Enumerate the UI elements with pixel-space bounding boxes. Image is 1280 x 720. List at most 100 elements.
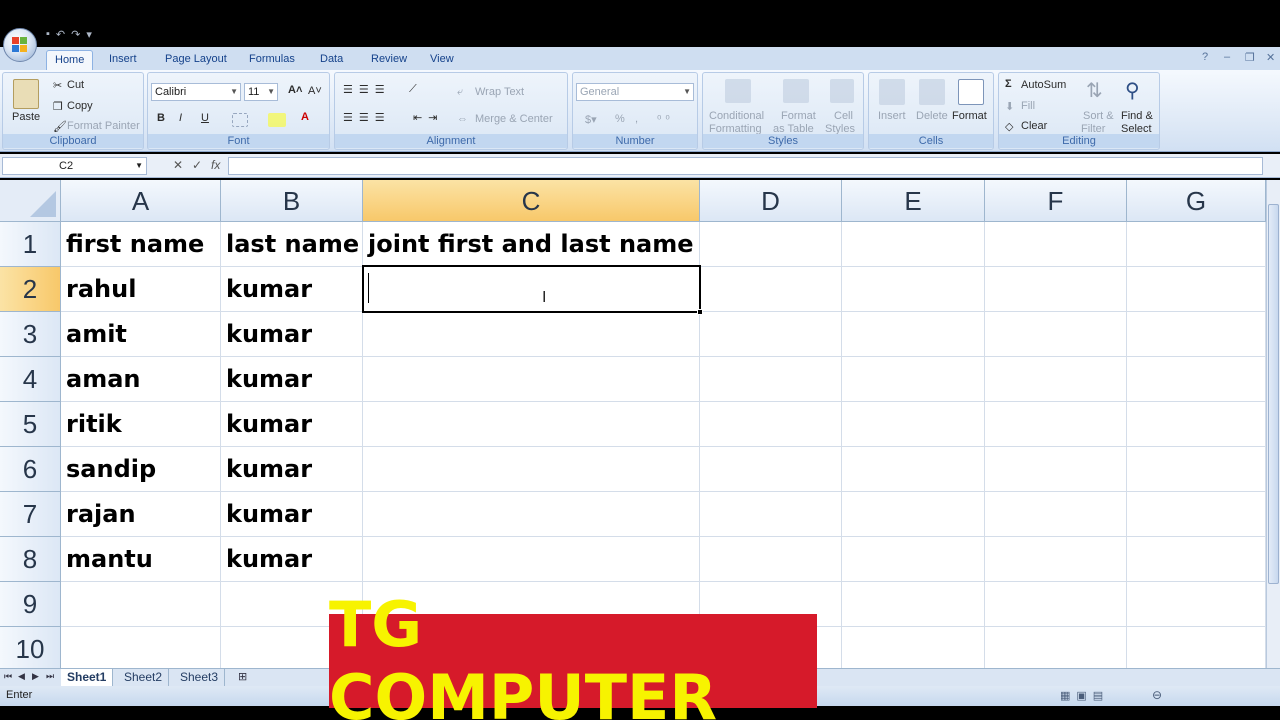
font-color-icon[interactable]: A — [301, 111, 309, 123]
close-icon[interactable]: ✕ — [1266, 51, 1275, 64]
cell-c7[interactable] — [363, 492, 700, 537]
cell-c3[interactable] — [363, 312, 700, 357]
save-icon[interactable]: ▪ — [46, 28, 50, 40]
select-all-button[interactable] — [0, 180, 61, 222]
cell-b6[interactable]: kumar — [221, 447, 363, 492]
column-header-e[interactable]: E — [842, 180, 985, 222]
underline-button[interactable]: U — [201, 112, 209, 124]
row-header-10[interactable]: 10 — [0, 627, 61, 668]
help-icon[interactable]: ? — [1202, 51, 1208, 63]
delete-cells-button[interactable]: Delete — [916, 110, 948, 122]
office-button[interactable] — [3, 28, 37, 62]
insert-function-icon[interactable]: fx — [211, 158, 220, 172]
name-box[interactable]: C2 ▼ — [2, 157, 147, 175]
column-header-b[interactable]: B — [221, 180, 363, 222]
fill-color-icon[interactable] — [268, 113, 286, 127]
tab-page-layout[interactable]: Page Layout — [157, 50, 235, 70]
cell-b2[interactable]: kumar — [221, 267, 363, 312]
comma-icon[interactable]: , — [635, 113, 638, 125]
sheet-tab-2[interactable]: Sheet2 — [118, 669, 170, 686]
cell-c1[interactable]: joint first and last name — [363, 222, 700, 267]
fill-button[interactable]: Fill — [1021, 100, 1035, 112]
bold-button[interactable]: B — [157, 112, 165, 124]
tab-view[interactable]: View — [422, 50, 462, 70]
row-header-4[interactable]: 4 — [0, 357, 61, 402]
sheet-tab-3[interactable]: Sheet3 — [174, 669, 226, 686]
cell-a5[interactable]: ritik — [61, 402, 221, 447]
cell-a4[interactable]: aman — [61, 357, 221, 402]
horizontal-align-icons[interactable]: ☰☰☰ — [343, 111, 391, 124]
insert-sheet-icon[interactable]: ⊞ — [238, 670, 247, 683]
prev-sheet-icon[interactable]: ◀ — [18, 671, 25, 682]
next-sheet-icon[interactable]: ▶ — [32, 671, 39, 682]
cut-button[interactable]: Cut — [67, 79, 84, 91]
enter-icon[interactable]: ✓ — [192, 158, 202, 172]
row-header-1[interactable]: 1 — [0, 222, 61, 267]
tab-data[interactable]: Data — [312, 50, 351, 70]
grow-font-icon[interactable]: A˄ — [288, 84, 302, 96]
fill-handle[interactable] — [697, 309, 703, 315]
tab-home[interactable]: Home — [46, 50, 94, 70]
row-header-9[interactable]: 9 — [0, 582, 61, 627]
column-header-c[interactable]: C — [363, 180, 700, 222]
conditional-formatting-button[interactable]: Conditional — [709, 110, 764, 122]
format-as-table-button[interactable]: Format — [781, 110, 816, 122]
cell-b3[interactable]: kumar — [221, 312, 363, 357]
paste-button[interactable]: Paste — [12, 111, 40, 123]
cancel-icon[interactable]: ✕ — [173, 158, 183, 172]
sheet-tab-1[interactable]: Sheet1 — [61, 669, 114, 686]
orientation-icon[interactable]: ⟋ — [409, 83, 417, 96]
border-icon[interactable] — [232, 113, 248, 127]
accounting-icon[interactable]: $▾ — [585, 113, 597, 126]
cell-a3[interactable]: amit — [61, 312, 221, 357]
cell-b4[interactable]: kumar — [221, 357, 363, 402]
cell-a8[interactable]: mantu — [61, 537, 221, 582]
sort-filter-button[interactable]: Sort & — [1083, 110, 1114, 122]
view-buttons-icon[interactable]: ▦▣▤ — [1060, 689, 1109, 702]
row-header-2[interactable]: 2 — [0, 267, 61, 312]
cell-b5[interactable]: kumar — [221, 402, 363, 447]
percent-button[interactable]: % — [615, 113, 625, 125]
indent-icons[interactable]: ⇤⇥ — [413, 111, 443, 124]
font-name-select[interactable]: Calibri ▼ — [151, 83, 241, 101]
cell-a2[interactable]: rahul — [61, 267, 221, 312]
row-header-5[interactable]: 5 — [0, 402, 61, 447]
cell-a1[interactable]: first name — [61, 222, 221, 267]
clear-button[interactable]: Clear — [1021, 120, 1047, 132]
cell-styles-button[interactable]: Cell — [834, 110, 853, 122]
cell-c5[interactable] — [363, 402, 700, 447]
decimal-icons[interactable]: ⁰⁰ — [657, 113, 674, 126]
minimize-icon[interactable]: – — [1224, 51, 1230, 63]
column-header-g[interactable]: G — [1127, 180, 1266, 222]
cell-b1[interactable]: last name — [221, 222, 363, 267]
scrollbar-thumb[interactable] — [1268, 204, 1279, 584]
undo-icon[interactable]: ↶ — [56, 28, 65, 41]
column-header-d[interactable]: D — [700, 180, 842, 222]
number-format-select[interactable]: General ▼ — [576, 83, 694, 101]
format-cells-button[interactable]: Format — [952, 110, 987, 122]
active-cell-c2[interactable] — [362, 265, 703, 315]
cell-c4[interactable] — [363, 357, 700, 402]
last-sheet-icon[interactable]: ⏭ — [46, 671, 54, 682]
autosum-button[interactable]: AutoSum — [1021, 79, 1066, 91]
cell-a7[interactable]: rajan — [61, 492, 221, 537]
column-header-a[interactable]: A — [61, 180, 221, 222]
row-header-7[interactable]: 7 — [0, 492, 61, 537]
cell-b7[interactable]: kumar — [221, 492, 363, 537]
italic-button[interactable]: I — [179, 112, 182, 124]
cell-b8[interactable]: kumar — [221, 537, 363, 582]
insert-cells-button[interactable]: Insert — [878, 110, 906, 122]
row-header-8[interactable]: 8 — [0, 537, 61, 582]
shrink-font-icon[interactable]: A˅ — [308, 85, 322, 97]
vertical-align-icons[interactable]: ☰☰☰ — [343, 83, 391, 96]
customize-qat-icon[interactable]: ▾ — [86, 28, 92, 41]
row-header-6[interactable]: 6 — [0, 447, 61, 492]
tab-formulas[interactable]: Formulas — [241, 50, 303, 70]
row-header-3[interactable]: 3 — [0, 312, 61, 357]
vertical-scrollbar[interactable] — [1266, 180, 1280, 668]
first-sheet-icon[interactable]: ⏮ — [4, 671, 12, 682]
cell-c8[interactable] — [363, 537, 700, 582]
find-select-button[interactable]: Find & — [1121, 110, 1153, 122]
merge-center-button[interactable]: Merge & Center — [475, 113, 553, 125]
cell-c6[interactable] — [363, 447, 700, 492]
